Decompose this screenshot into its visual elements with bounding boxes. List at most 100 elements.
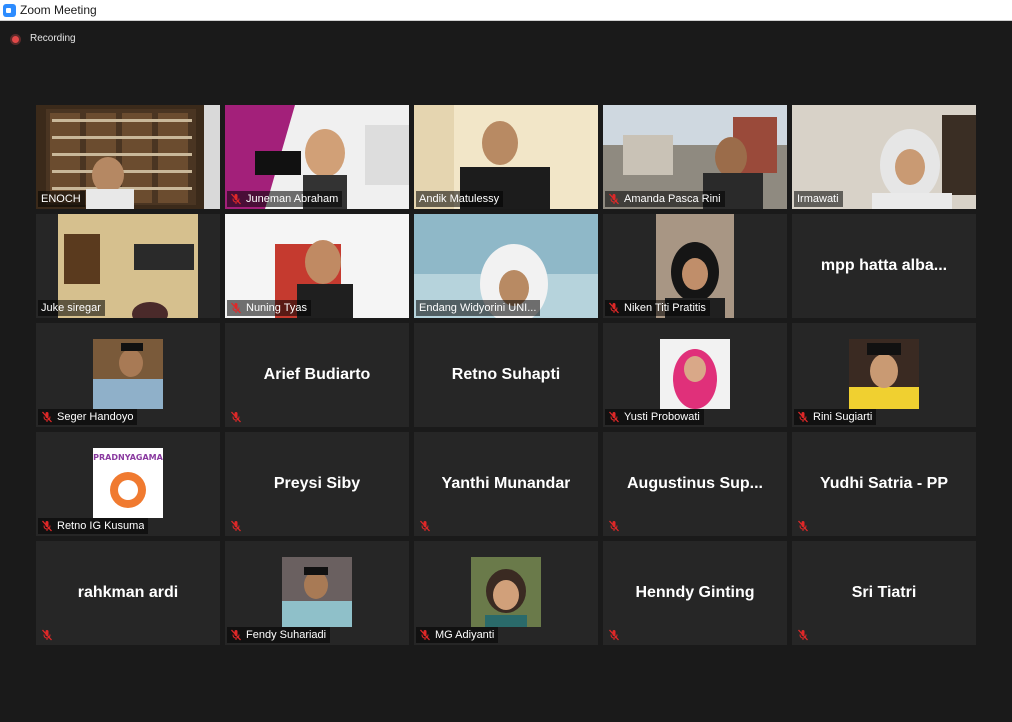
participant-name-text: Fendy Suhariadi bbox=[246, 629, 327, 641]
recording-icon bbox=[10, 34, 21, 45]
window-titlebar: Zoom Meeting bbox=[0, 0, 1012, 21]
muted-mic-icon bbox=[797, 628, 809, 641]
participant-name-display: Retno Suhapti bbox=[414, 323, 598, 427]
participant-name-label: Rini Sugiarti bbox=[794, 409, 877, 425]
participant-name-text: MG Adiyanti bbox=[435, 629, 495, 641]
participant-name-text: Seger Handoyo bbox=[57, 411, 134, 423]
participant-photo bbox=[282, 557, 352, 627]
participant-photo bbox=[849, 339, 919, 409]
participant-name-display: Yanthi Munandar bbox=[414, 432, 598, 536]
participant-name-text: Andik Matulessy bbox=[419, 193, 500, 205]
muted-mic-icon bbox=[41, 520, 53, 532]
muted-mic-icon bbox=[419, 519, 431, 532]
participant-name-text: Endang Widyorini UNI... bbox=[419, 302, 537, 314]
window-title: Zoom Meeting bbox=[20, 3, 97, 17]
participant-tile[interactable]: Andik Matulessy bbox=[414, 105, 598, 209]
participant-name-text: Retno Suhapti bbox=[451, 366, 561, 383]
participant-name-label: Nuning Tyas bbox=[227, 300, 311, 316]
muted-mic-icon bbox=[230, 302, 242, 314]
participant-name-label: Seger Handoyo bbox=[38, 409, 138, 425]
participant-tile[interactable]: rahkman ardi bbox=[36, 541, 220, 645]
participant-name-text: Juneman Abraham bbox=[246, 193, 339, 205]
muted-mic-icon bbox=[608, 193, 620, 205]
participant-tile[interactable]: Henndy Ginting bbox=[603, 541, 787, 645]
participant-name-display: Henndy Ginting bbox=[603, 541, 787, 645]
muted-mic-icon bbox=[41, 628, 53, 641]
participant-tile[interactable]: Endang Widyorini UNI... bbox=[414, 214, 598, 318]
participant-name-text: Yanthi Munandar bbox=[441, 475, 571, 492]
participant-name-label: Yusti Probowati bbox=[605, 409, 704, 425]
participant-name-text: Arief Budiarto bbox=[263, 366, 371, 383]
participant-name-display: Augustinus Sup... bbox=[603, 432, 787, 536]
muted-mic-icon bbox=[608, 519, 620, 532]
participant-tile[interactable]: Juke siregar bbox=[36, 214, 220, 318]
participant-name-text: Sri Tiatri bbox=[851, 584, 917, 601]
muted-mic-icon bbox=[230, 410, 242, 423]
participant-tile[interactable]: PRADNYAGAMA Retno IG Kusuma bbox=[36, 432, 220, 536]
participant-tile[interactable]: Yudhi Satria - PP bbox=[792, 432, 976, 536]
participant-name-display: mpp hatta alba... bbox=[792, 214, 976, 318]
participant-photo bbox=[93, 339, 163, 409]
participant-tile[interactable]: Preysi Siby bbox=[225, 432, 409, 536]
participant-tile[interactable]: Retno Suhapti bbox=[414, 323, 598, 427]
participant-tile[interactable]: Sri Tiatri bbox=[792, 541, 976, 645]
participant-name-text: Augustinus Sup... bbox=[627, 475, 763, 492]
participant-name-label: Andik Matulessy bbox=[416, 191, 504, 207]
participant-name-display: Yudhi Satria - PP bbox=[792, 432, 976, 536]
participant-name-display: Arief Budiarto bbox=[225, 323, 409, 427]
participant-tile[interactable]: Yanthi Munandar bbox=[414, 432, 598, 536]
muted-mic-icon bbox=[608, 411, 620, 423]
participant-name-label: Niken Titi Pratitis bbox=[605, 300, 710, 316]
participant-name-label: Juneman Abraham bbox=[227, 191, 343, 207]
participant-tile[interactable]: Yusti Probowati bbox=[603, 323, 787, 427]
participant-name-label: ENOCH bbox=[38, 191, 85, 207]
zoom-app-icon bbox=[3, 4, 16, 17]
participant-name-display: rahkman ardi bbox=[36, 541, 220, 645]
participant-name-text: Yudhi Satria - PP bbox=[819, 475, 949, 492]
participant-tile[interactable]: ENOCH bbox=[36, 105, 220, 209]
participant-name-text: ENOCH bbox=[41, 193, 81, 205]
participant-name-text: Rini Sugiarti bbox=[813, 411, 873, 423]
participant-name-text: Nuning Tyas bbox=[246, 302, 307, 314]
participant-tile[interactable]: Rini Sugiarti bbox=[792, 323, 976, 427]
participant-name-text: Henndy Ginting bbox=[635, 584, 755, 601]
participant-tile[interactable]: Amanda Pasca Rini bbox=[603, 105, 787, 209]
muted-mic-icon bbox=[419, 629, 431, 641]
participant-name-label: Endang Widyorini UNI... bbox=[416, 300, 541, 316]
svg-text:PRADNYAGAMA: PRADNYAGAMA bbox=[93, 453, 163, 462]
participant-name-label: Amanda Pasca Rini bbox=[605, 191, 725, 207]
participant-tile[interactable]: Niken Titi Pratitis bbox=[603, 214, 787, 318]
muted-mic-icon bbox=[230, 629, 242, 641]
participant-name-label: Fendy Suhariadi bbox=[227, 627, 331, 643]
muted-mic-icon bbox=[230, 193, 242, 205]
participant-tile[interactable]: Nuning Tyas bbox=[225, 214, 409, 318]
muted-mic-icon bbox=[797, 519, 809, 532]
participant-name-text: Amanda Pasca Rini bbox=[624, 193, 721, 205]
muted-mic-icon bbox=[41, 411, 53, 423]
participant-logo: PRADNYAGAMA bbox=[93, 448, 164, 518]
participant-name-display: Preysi Siby bbox=[225, 432, 409, 536]
participant-tile[interactable]: Seger Handoyo bbox=[36, 323, 220, 427]
participant-name-text: Preysi Siby bbox=[273, 475, 361, 492]
participant-tile[interactable]: Fendy Suhariadi bbox=[225, 541, 409, 645]
participant-tile[interactable]: Arief Budiarto bbox=[225, 323, 409, 427]
muted-mic-icon bbox=[608, 302, 620, 314]
participant-photo bbox=[660, 339, 730, 409]
muted-mic-icon bbox=[608, 628, 620, 641]
participant-name-text: Niken Titi Pratitis bbox=[624, 302, 706, 314]
participant-name-text: Retno IG Kusuma bbox=[57, 520, 145, 532]
participant-tile[interactable]: MG Adiyanti bbox=[414, 541, 598, 645]
participant-tile[interactable]: Augustinus Sup... bbox=[603, 432, 787, 536]
participant-tile[interactable]: mpp hatta alba... bbox=[792, 214, 976, 318]
participant-tile[interactable]: Irmawati bbox=[792, 105, 976, 209]
muted-mic-icon bbox=[230, 519, 242, 532]
participant-tile[interactable]: Juneman Abraham bbox=[225, 105, 409, 209]
participant-photo bbox=[471, 557, 541, 627]
participant-name-text: Irmawati bbox=[797, 193, 839, 205]
gallery-grid: ENOCH Juneman Abraham Andik Matulessy Amand… bbox=[36, 105, 976, 645]
participant-name-label: Retno IG Kusuma bbox=[38, 518, 149, 534]
participant-name-label: Juke siregar bbox=[38, 300, 105, 316]
participant-name-display: Sri Tiatri bbox=[792, 541, 976, 645]
participant-name-text: Yusti Probowati bbox=[624, 411, 700, 423]
participant-name-text: Juke siregar bbox=[41, 302, 101, 314]
